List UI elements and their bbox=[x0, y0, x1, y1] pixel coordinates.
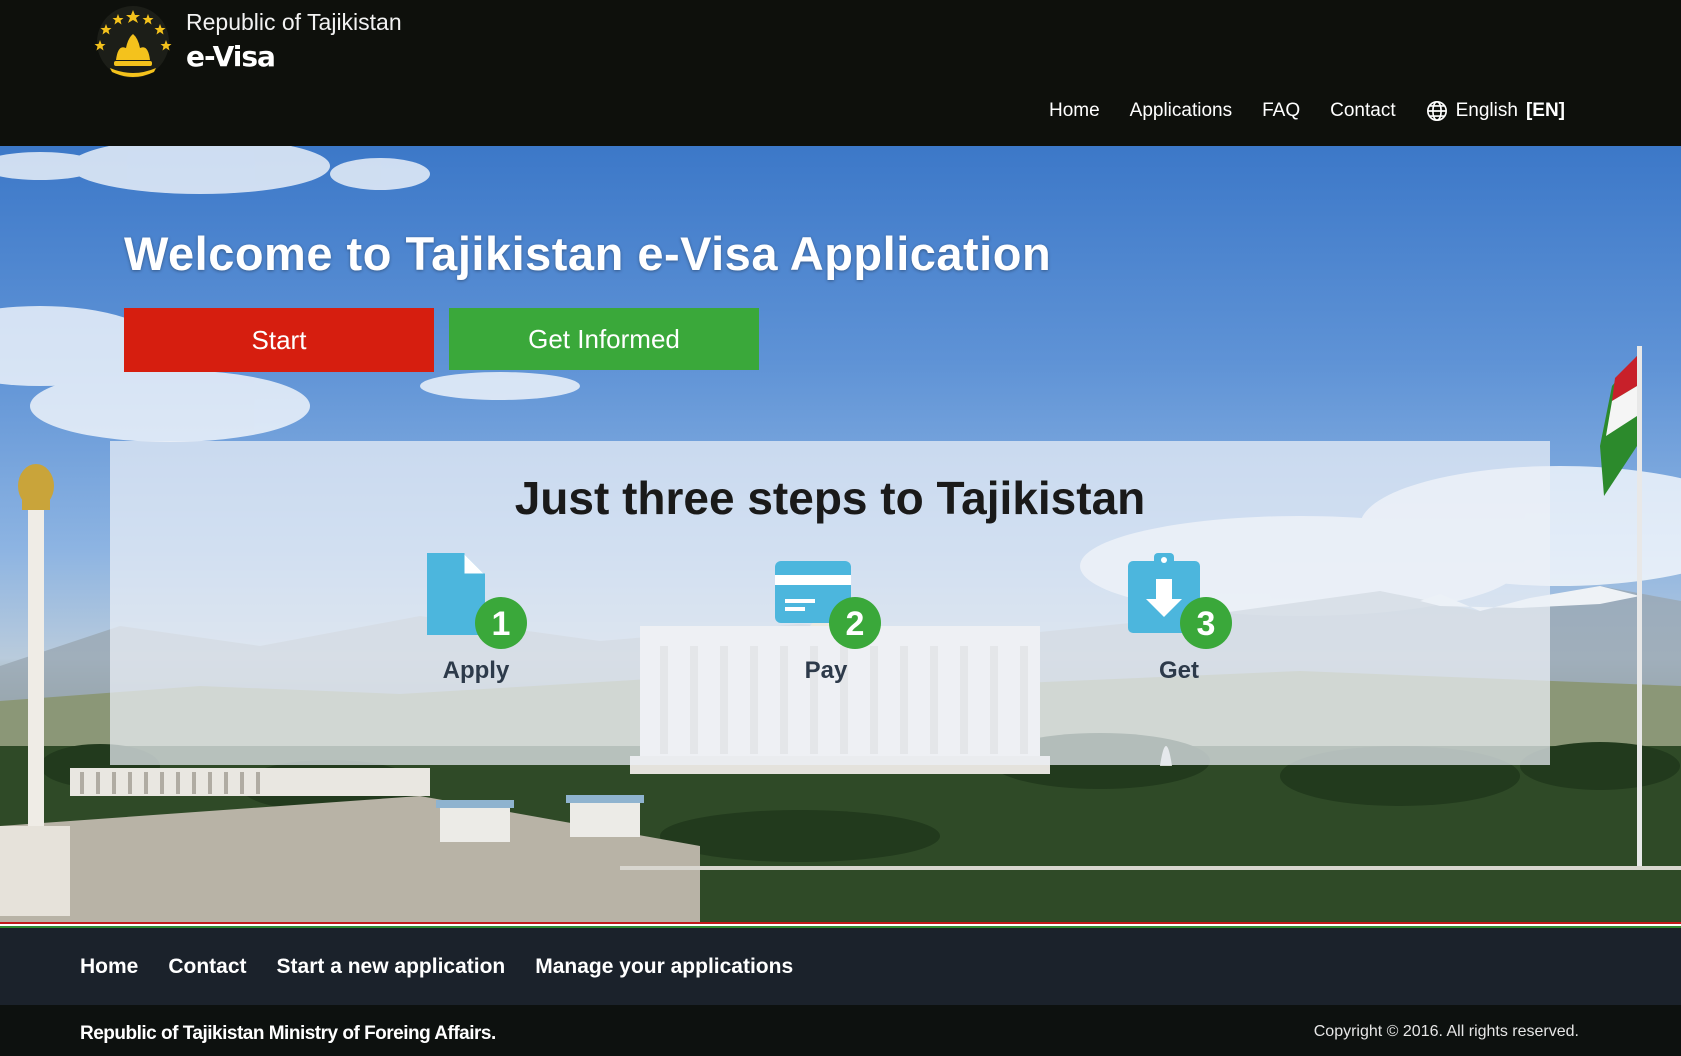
step-apply: 1 Apply bbox=[411, 551, 541, 685]
globe-icon bbox=[1426, 101, 1447, 121]
footer-organization: Republic of Tajikistan Ministry of Forei… bbox=[80, 1023, 496, 1044]
main-nav: Home Applications FAQ Contact English [E… bbox=[1049, 100, 1565, 122]
footer-bottom: Republic of Tajikistan Ministry of Forei… bbox=[0, 1005, 1681, 1056]
tajik-crown-emblem-icon[interactable] bbox=[88, 4, 178, 82]
footer-manage-applications-link[interactable]: Manage your applications bbox=[535, 955, 793, 979]
document-icon: 1 bbox=[427, 553, 527, 649]
step-number: 2 bbox=[846, 605, 865, 643]
brand-product[interactable]: e-Visa bbox=[186, 40, 276, 73]
credit-card-icon: 2 bbox=[775, 561, 881, 649]
nav-applications[interactable]: Applications bbox=[1130, 100, 1232, 122]
footer-new-application-link[interactable]: Start a new application bbox=[277, 955, 506, 979]
hero-title: Welcome to Tajikistan e-Visa Application bbox=[124, 227, 1052, 280]
step-number: 3 bbox=[1197, 605, 1216, 643]
language-selector[interactable]: English [EN] bbox=[1426, 100, 1565, 122]
step-get: 3 Get bbox=[1114, 551, 1244, 685]
steps-panel: Just three steps to Tajikistan 1 Apply 2 bbox=[110, 441, 1550, 765]
brand-country: Republic of Tajikistan bbox=[186, 9, 402, 35]
step-label: Get bbox=[1158, 657, 1199, 684]
footer-home-link[interactable]: Home bbox=[80, 955, 138, 979]
start-button[interactable]: Start bbox=[124, 308, 434, 372]
language-name: English bbox=[1455, 100, 1518, 121]
get-informed-button[interactable]: Get Informed bbox=[449, 308, 759, 370]
step-label: Pay bbox=[804, 657, 848, 684]
site-header: Republic of Tajikistan e-Visa Home Appli… bbox=[0, 0, 1681, 146]
footer-copyright: Copyright © 2016. All rights reserved. bbox=[1313, 1023, 1579, 1040]
footer-contact-link[interactable]: Contact bbox=[168, 955, 246, 979]
step-pay: 2 Pay bbox=[761, 551, 891, 685]
step-number: 1 bbox=[492, 605, 511, 643]
hero-banner: Welcome to Tajikistan e-Visa Application… bbox=[0, 146, 1681, 922]
steps-title: Just three steps to Tajikistan bbox=[514, 472, 1146, 524]
footer-nav: Home Contact Start a new application Man… bbox=[0, 928, 1681, 1005]
nav-home[interactable]: Home bbox=[1049, 100, 1100, 122]
nav-faq[interactable]: FAQ bbox=[1262, 100, 1300, 122]
step-label: Apply bbox=[442, 657, 510, 684]
nav-contact[interactable]: Contact bbox=[1330, 100, 1395, 122]
language-code: [EN] bbox=[1525, 100, 1565, 121]
clipboard-download-icon: 3 bbox=[1128, 553, 1232, 649]
